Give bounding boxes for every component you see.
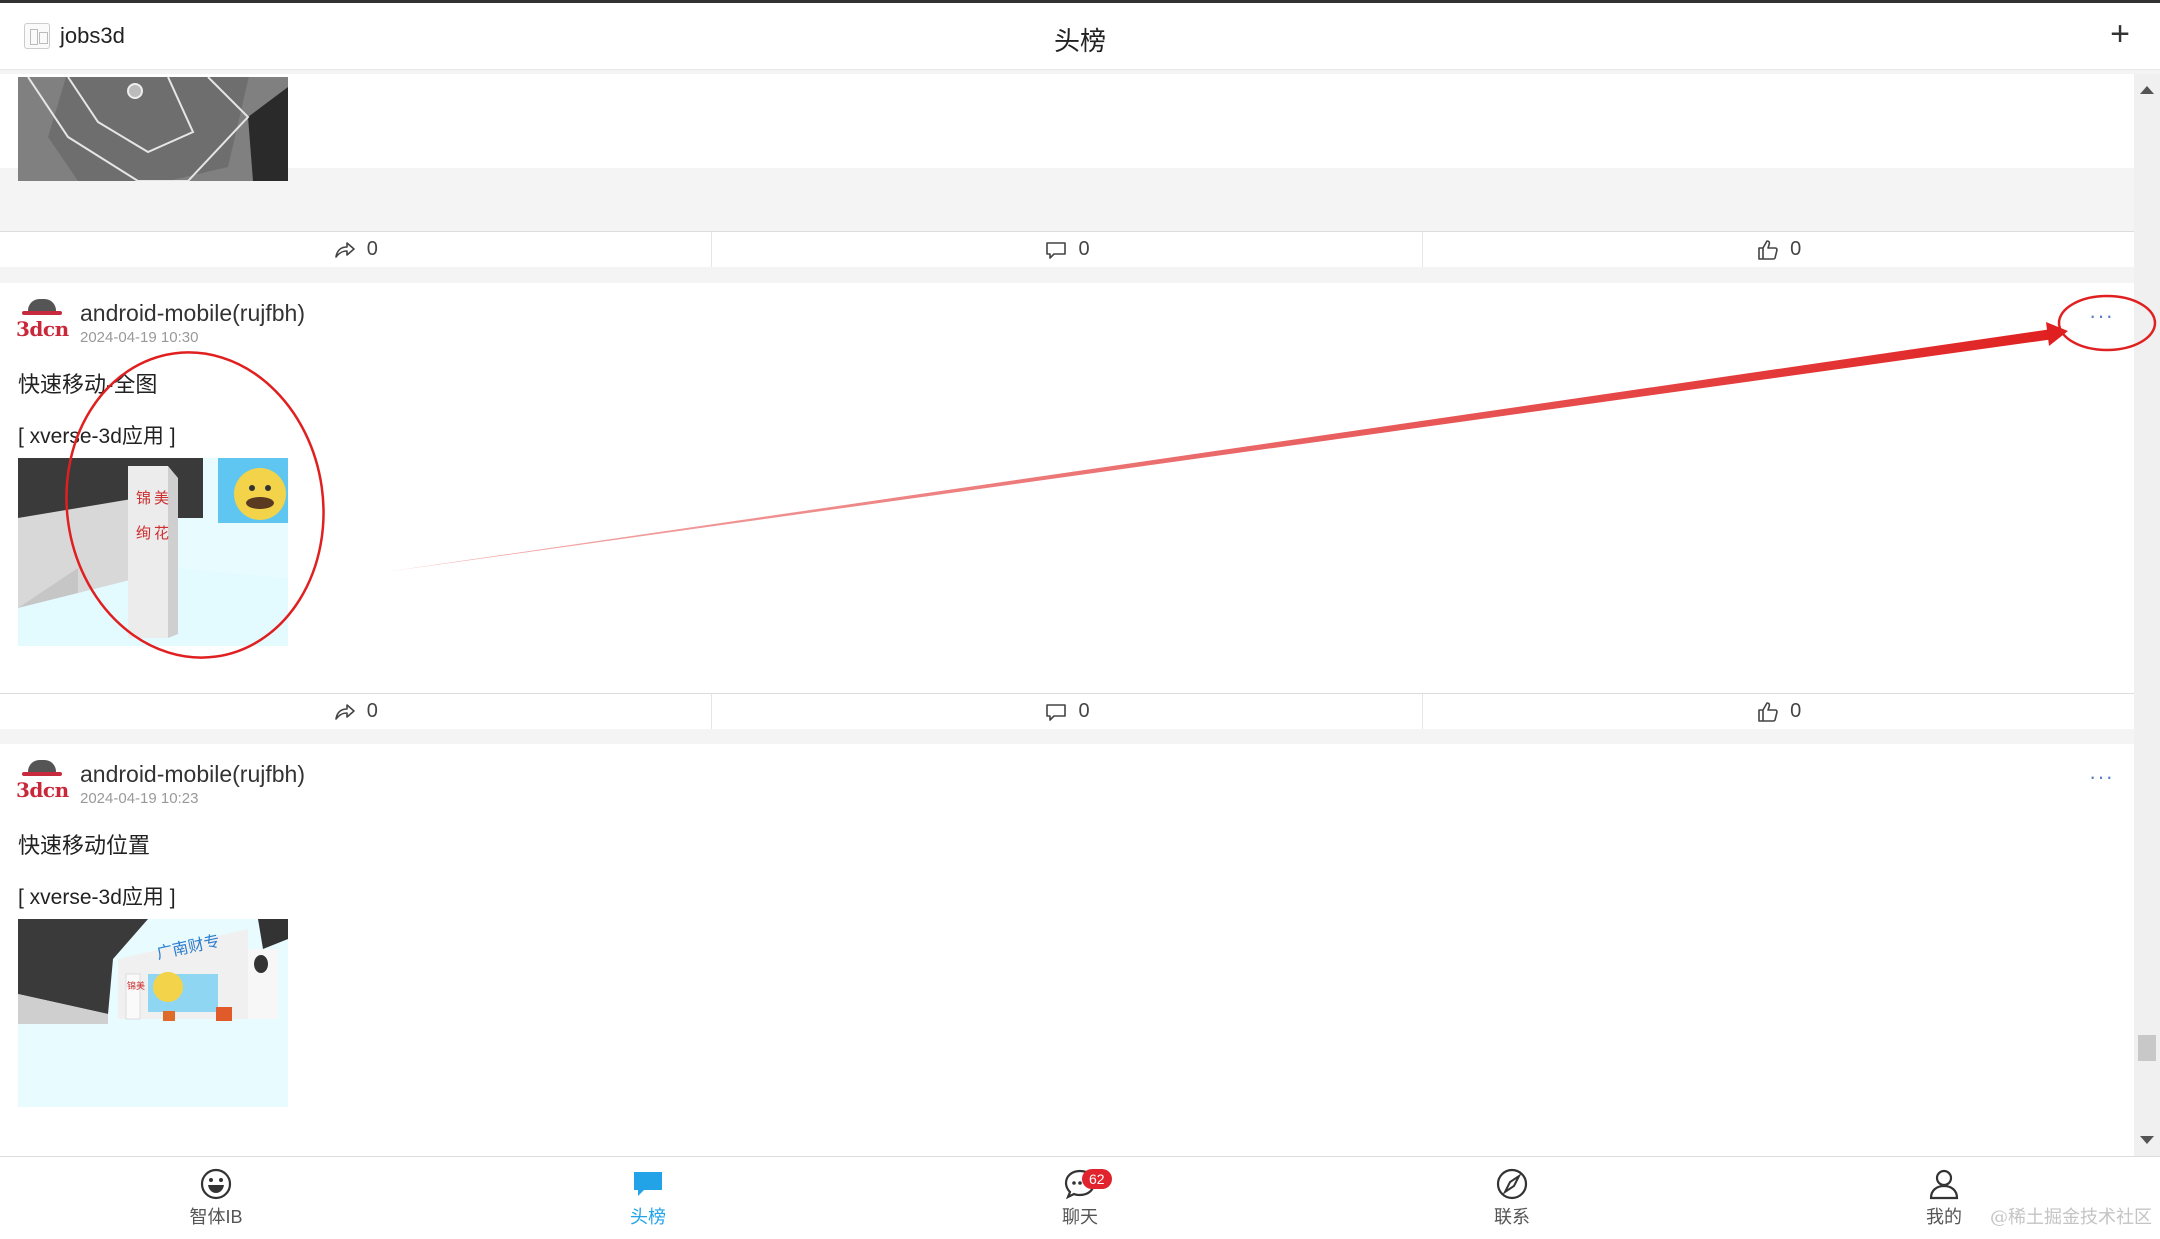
svg-text:锦美: 锦美 <box>127 980 145 991</box>
more-options-button[interactable]: ··· <box>2089 766 2114 788</box>
post-author[interactable]: 3dcn android-mobile(rujfbh) 2024-04-19 1… <box>16 760 305 807</box>
svg-text:锦: 锦 <box>136 489 151 507</box>
like-button[interactable]: 0 <box>1423 232 2134 267</box>
post-card <box>0 74 2134 181</box>
share-count: 0 <box>366 238 378 260</box>
comment-button[interactable]: 0 <box>712 232 1424 267</box>
smiley-icon <box>200 1168 232 1200</box>
post-card: 3dcn android-mobile(rujfbh) 2024-04-19 1… <box>0 744 2134 1156</box>
share-button[interactable]: 0 <box>0 694 712 729</box>
nav-label: 头榜 <box>630 1207 666 1227</box>
unread-badge: 62 <box>1082 1169 1112 1189</box>
thumbs-up-icon <box>1758 239 1778 260</box>
nav-item-chat[interactable]: 62 聊天 <box>864 1157 1296 1239</box>
comment-button[interactable]: 0 <box>712 694 1424 729</box>
comment-icon <box>1046 241 1067 259</box>
nav-label: 我的 <box>1926 1207 1962 1227</box>
post-image[interactable] <box>18 77 288 181</box>
brand-logo: 3dcn <box>16 760 69 804</box>
thumbs-up-icon <box>1758 701 1778 722</box>
svg-text:绚: 绚 <box>136 524 151 542</box>
post-actions: 0 0 0 <box>0 693 2134 729</box>
post-image[interactable]: 锦 美 绚 花 <box>18 458 288 646</box>
post-image[interactable]: 广南财专 锦美 <box>18 919 288 1107</box>
share-icon <box>334 241 355 258</box>
post-time: 2024-04-19 10:23 <box>80 790 199 807</box>
person-icon <box>1929 1169 1959 1200</box>
nav-label: 聊天 <box>1062 1207 1098 1227</box>
share-count: 0 <box>366 700 378 722</box>
more-options-button[interactable]: ··· <box>2089 305 2114 327</box>
compass-icon <box>1496 1168 1528 1200</box>
scroll-down-arrow[interactable] <box>2140 1136 2154 1144</box>
post-card: 3dcn android-mobile(rujfbh) 2024-04-19 1… <box>0 283 2134 693</box>
nav-label: 智体IB <box>189 1207 243 1227</box>
author-name[interactable]: android-mobile(rujfbh) <box>80 760 305 788</box>
add-button[interactable]: + <box>2110 17 2130 51</box>
brand-logo: 3dcn <box>16 299 69 343</box>
post-time: 2024-04-19 10:30 <box>80 329 199 346</box>
watermark: @稀土掘金技术社区 <box>1990 1207 2152 1228</box>
nav-label: 联系 <box>1494 1207 1530 1227</box>
nav-item-contact[interactable]: 联系 <box>1296 1157 1728 1239</box>
post-text: 快速移动-全图 <box>18 372 158 397</box>
scrollbar[interactable] <box>2134 74 2160 1156</box>
share-icon <box>334 703 355 720</box>
nav-item-zhiti[interactable]: 智体IB <box>0 1157 432 1239</box>
chat-bubble-icon <box>634 1172 662 1196</box>
page-title: 头榜 <box>1053 26 1106 56</box>
comment-icon <box>1046 703 1067 721</box>
comment-count: 0 <box>1078 238 1090 260</box>
bottom-nav: 智体IB 头榜 62 聊天 联系 我的 @稀土掘金技术社区 <box>0 1156 2160 1239</box>
post-author[interactable]: 3dcn android-mobile(rujfbh) 2024-04-19 1… <box>16 299 305 346</box>
top-bar: jobs3d 头榜 + <box>0 0 2160 70</box>
comment-count: 0 <box>1078 700 1090 722</box>
nav-item-toubang[interactable]: 头榜 <box>432 1157 864 1239</box>
post-actions: 0 0 0 <box>0 231 2134 267</box>
app: jobs3d 头榜 + 0 0 0 3dcn android-mobile(ru… <box>0 0 2160 1239</box>
like-count: 0 <box>1790 700 1802 722</box>
post-text: 快速移动位置 <box>18 833 151 858</box>
scroll-thumb[interactable] <box>2138 1035 2156 1061</box>
like-button[interactable]: 0 <box>1423 694 2134 729</box>
post-tag[interactable]: [ xverse-3d应用 ] <box>18 420 176 450</box>
svg-text:花: 花 <box>154 524 169 542</box>
author-name[interactable]: android-mobile(rujfbh) <box>80 299 305 327</box>
feed: 0 0 0 3dcn android-mobile(rujfbh) 2024-0 <box>0 74 2134 1156</box>
share-button[interactable]: 0 <box>0 232 712 267</box>
like-count: 0 <box>1790 238 1802 260</box>
post-tag[interactable]: [ xverse-3d应用 ] <box>18 881 176 911</box>
svg-text:美: 美 <box>154 489 169 507</box>
scroll-up-arrow[interactable] <box>2140 86 2154 94</box>
